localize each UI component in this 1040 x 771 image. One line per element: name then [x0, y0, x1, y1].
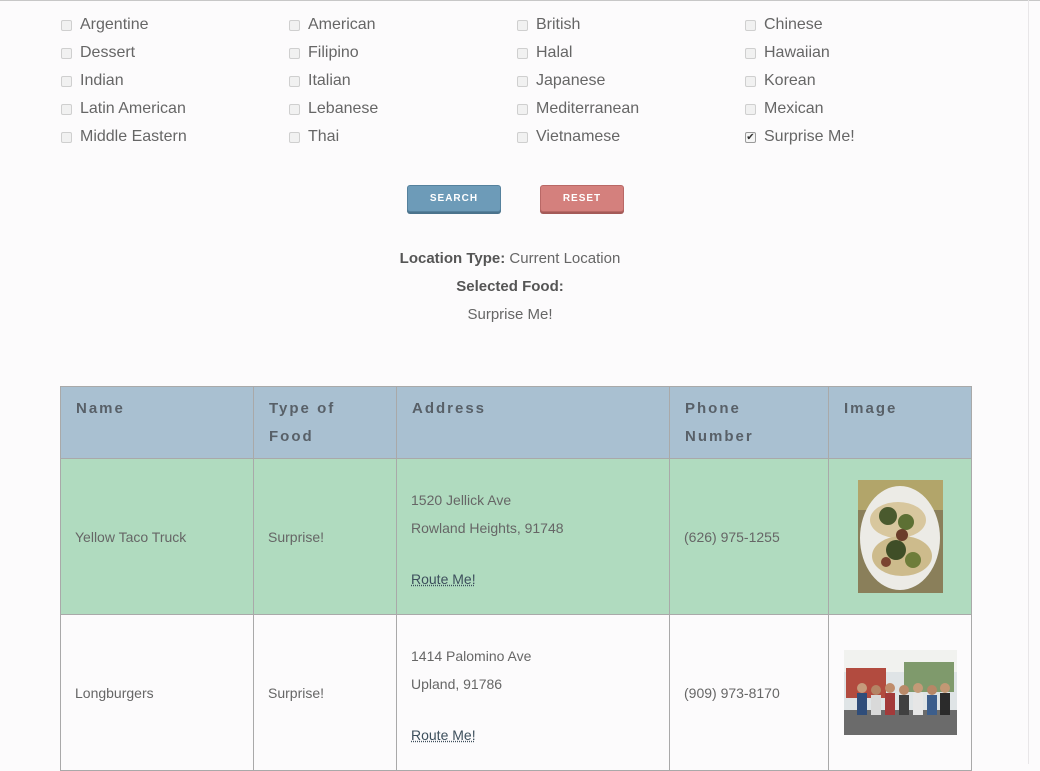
right-divider [1028, 0, 1029, 764]
column-header-name: Name [60, 386, 254, 459]
cuisine-label: Chinese [764, 16, 823, 33]
image-cell [828, 614, 972, 771]
cuisine-label: Filipino [308, 44, 359, 61]
cuisine-option[interactable]: Mexican [745, 95, 945, 123]
cuisine-label: Middle Eastern [80, 128, 187, 145]
cuisine-option[interactable]: American [289, 11, 517, 39]
cuisine-checkbox[interactable] [289, 103, 300, 115]
cuisine-option[interactable]: Thai [289, 123, 517, 151]
cuisine-option[interactable]: Dessert [61, 39, 289, 67]
cuisine-option[interactable]: British [517, 11, 745, 39]
cuisine-label: Korean [764, 72, 816, 89]
cuisine-option[interactable]: Middle Eastern [61, 123, 289, 151]
table-row: Yellow Taco Truck Surprise! 1520 Jellick… [60, 458, 972, 615]
cuisine-option[interactable]: Indian [61, 67, 289, 95]
cuisine-checkbox[interactable] [517, 47, 528, 59]
city-zip: Upland, 91786 [411, 676, 503, 692]
truck-name: Yellow Taco Truck [60, 458, 254, 615]
cuisine-label: Mediterranean [536, 100, 640, 117]
cuisine-checkbox[interactable] [61, 47, 72, 59]
cuisine-checkbox[interactable] [745, 47, 756, 59]
tacos-photo-icon [857, 480, 943, 593]
cuisine-checkbox[interactable] [289, 19, 300, 31]
cuisine-checkbox[interactable] [517, 19, 528, 31]
cuisine-checkbox[interactable] [289, 75, 300, 87]
street-address: 1414 Palomino Ave [411, 648, 532, 664]
image-cell [828, 458, 972, 615]
table-row: Longburgers Surprise! 1414 Palomino Ave … [60, 614, 972, 771]
results-table: Name Type of Food Address Phone Number I… [60, 386, 972, 771]
cuisine-checkbox[interactable] [517, 75, 528, 87]
cuisine-label: Halal [536, 44, 573, 61]
cuisine-checkbox[interactable] [745, 103, 756, 115]
truck-name: Longburgers [60, 614, 254, 771]
cuisine-label: Indian [80, 72, 124, 89]
phone-number: (909) 973-8170 [669, 614, 829, 771]
cuisine-option[interactable]: Lebanese [289, 95, 517, 123]
cuisine-label: Italian [308, 72, 351, 89]
cuisine-option[interactable]: Latin American [61, 95, 289, 123]
cuisine-checkbox[interactable] [61, 103, 72, 115]
food-type: Surprise! [253, 458, 397, 615]
cuisine-option[interactable]: Filipino [289, 39, 517, 67]
cuisine-label: Vietnamese [536, 128, 621, 145]
cuisine-checkbox[interactable] [517, 103, 528, 115]
cuisine-checkbox[interactable] [289, 131, 300, 143]
cuisine-checkbox[interactable] [61, 75, 72, 87]
food-truck-crowd-photo-icon [843, 650, 957, 735]
location-type-label: Location Type: [399, 250, 506, 267]
cuisine-checkbox[interactable] [61, 19, 72, 31]
city-zip: Rowland Heights, 91748 [411, 520, 564, 536]
column-header-phone: Phone Number [669, 386, 829, 459]
cuisine-label: Hawaiian [764, 44, 830, 61]
reset-button[interactable]: RESET [540, 185, 624, 212]
cuisine-checkbox[interactable] [61, 131, 72, 143]
table-header-row: Name Type of Food Address Phone Number I… [60, 386, 972, 459]
route-me-link[interactable]: Route Me! [411, 727, 476, 743]
selected-food-line: Selected Food: [0, 278, 1020, 295]
cuisine-checkbox[interactable] [289, 47, 300, 59]
cuisine-checkbox[interactable] [517, 131, 528, 143]
cuisine-label: American [308, 16, 376, 33]
cuisine-option[interactable]: Korean [745, 67, 945, 95]
cuisine-checkbox[interactable]: ✔ [745, 131, 756, 143]
cuisine-label: British [536, 16, 581, 33]
cuisine-option[interactable]: Vietnamese [517, 123, 745, 151]
cuisine-label: Surprise Me! [764, 128, 855, 145]
cuisine-label: Lebanese [308, 100, 379, 117]
cuisine-checkbox[interactable] [745, 19, 756, 31]
selected-food-label: Selected Food: [456, 278, 564, 295]
column-header-type: Type of Food [253, 386, 397, 459]
top-divider [0, 0, 1040, 1]
cuisine-option[interactable]: Chinese [745, 11, 945, 39]
column-header-image: Image [828, 386, 972, 459]
column-header-address: Address [396, 386, 670, 459]
food-type: Surprise! [253, 614, 397, 771]
cuisine-option[interactable]: Hawaiian [745, 39, 945, 67]
cuisine-option[interactable]: Japanese [517, 67, 745, 95]
cuisine-filter-grid: Argentine American British Chinese Dessert Fi… [61, 11, 961, 151]
cuisine-label: Latin American [80, 100, 186, 117]
cuisine-label: Mexican [764, 100, 824, 117]
address-cell: 1520 Jellick Ave Rowland Heights, 91748 … [396, 458, 670, 615]
cuisine-option[interactable]: Italian [289, 67, 517, 95]
search-button[interactable]: SEARCH [407, 185, 501, 212]
phone-number: (626) 975-1255 [669, 458, 829, 615]
cuisine-option[interactable]: ✔ Surprise Me! [745, 123, 945, 151]
location-type-value: Current Location [509, 250, 621, 267]
cuisine-checkbox[interactable] [745, 75, 756, 87]
street-address: 1520 Jellick Ave [411, 492, 512, 508]
cuisine-label: Japanese [536, 72, 606, 89]
selected-food-value: Surprise Me! [467, 306, 553, 323]
cuisine-label: Argentine [80, 16, 149, 33]
cuisine-option[interactable]: Halal [517, 39, 745, 67]
cuisine-option[interactable]: Mediterranean [517, 95, 745, 123]
cuisine-label: Thai [308, 128, 340, 145]
route-me-link[interactable]: Route Me! [411, 571, 476, 587]
cuisine-label: Dessert [80, 44, 136, 61]
address-cell: 1414 Palomino Ave Upland, 91786 Route Me… [396, 614, 670, 771]
cuisine-option[interactable]: Argentine [61, 11, 289, 39]
location-type-line: Location Type: Current Location [0, 250, 1020, 267]
